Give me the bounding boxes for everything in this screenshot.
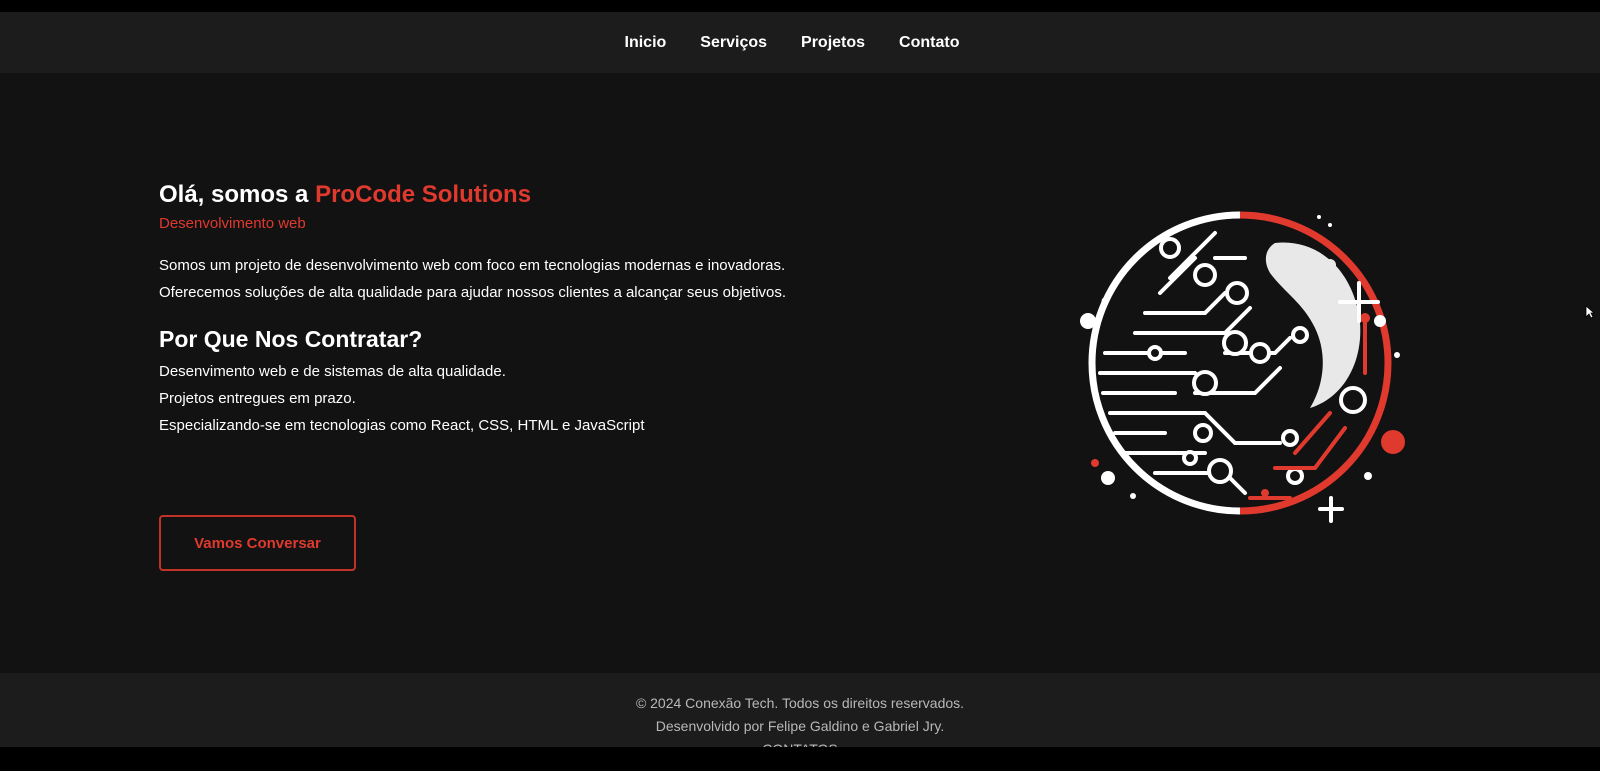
circuit-globe-icon: [1080, 211, 1405, 523]
hero-subtitle: Desenvolvimento web: [159, 215, 306, 232]
why-item: Especializando-se em tecnologias como Re…: [159, 417, 645, 434]
mouse-cursor-icon: [1585, 305, 1595, 319]
footer-copyright: © 2024 Conexão Tech. Todos os direitos r…: [635, 695, 965, 711]
brand-name: ProCode Solutions: [315, 181, 532, 208]
hero-text: Olá, somos a ProCode Solutions Desenvolv…: [159, 180, 799, 439]
hero-title: Olá, somos a ProCode Solutions: [159, 180, 799, 210]
nav-link-inicio[interactable]: Inicio: [625, 34, 667, 52]
cta-button[interactable]: Vamos Conversar: [159, 515, 356, 571]
nav-link-projetos[interactable]: Projetos: [801, 34, 865, 52]
nav-links: Inicio Serviços Projetos Contato: [625, 34, 960, 52]
footer: © 2024 Conexão Tech. Todos os direitos r…: [0, 673, 1600, 747]
navbar: Inicio Serviços Projetos Contato: [0, 12, 1600, 73]
why-item: Desenvimento web e de sistemas de alta q…: [159, 363, 506, 380]
nav-link-servicos[interactable]: Serviços: [700, 34, 767, 52]
why-item: Projetos entregues em prazo.: [159, 390, 356, 407]
hero-section: Olá, somos a ProCode Solutions Desenvolv…: [0, 73, 1600, 673]
window-bottom-strip: [0, 747, 1600, 771]
why-list: Desenvimento web e de sistemas de alta q…: [159, 358, 799, 439]
footer-credits: Desenvolvido por Felipe Galdino e Gabrie…: [655, 718, 945, 734]
why-title: Por Que Nos Contratar?: [159, 326, 423, 352]
window-top-strip: [0, 0, 1600, 12]
footer-contacts-heading: CONTATOS: [0, 738, 1600, 747]
nav-link-contato[interactable]: Contato: [899, 34, 959, 52]
hero-greeting: Olá, somos a: [159, 181, 309, 208]
hero-description: Somos um projeto de desenvolvimento web …: [159, 257, 787, 301]
